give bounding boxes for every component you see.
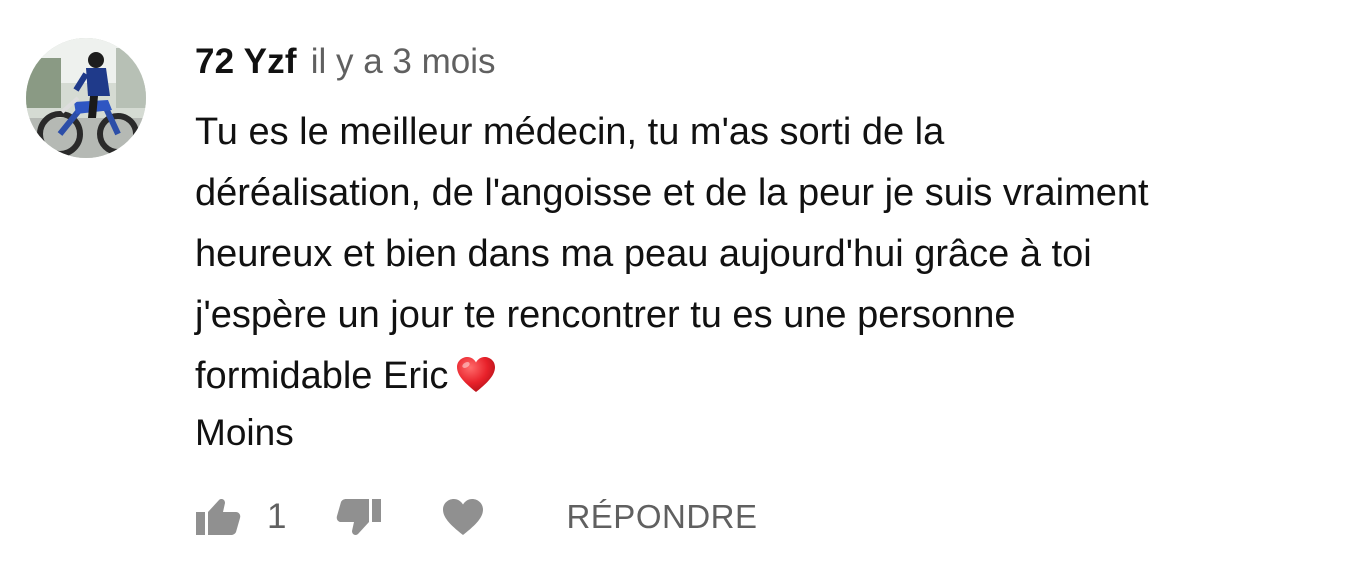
author-name[interactable]: 72 Yzf [195, 42, 297, 82]
reply-button[interactable]: RÉPONDRE [566, 498, 757, 536]
comment: 72 Yzf il y a 3 mois Tu es le meilleur m… [0, 0, 1366, 578]
comment-header: 72 Yzf il y a 3 mois [195, 42, 1315, 88]
dislike-button[interactable] [336, 498, 382, 536]
avatar-image [26, 38, 146, 158]
avatar[interactable] [26, 38, 146, 158]
comment-body: 72 Yzf il y a 3 mois Tu es le meilleur m… [195, 42, 1315, 459]
comment-text: Tu es le meilleur médecin, tu m'as sorti… [195, 102, 1275, 407]
comment-timestamp[interactable]: il y a 3 mois [311, 42, 496, 82]
comment-actions: 1 RÉPONDRE [195, 494, 758, 540]
heart-button[interactable] [442, 498, 484, 536]
thumbs-down-icon [337, 499, 382, 535]
comment-text-line: Tu es le meilleur médecin, tu m'as sorti… [195, 111, 945, 153]
like-count: 1 [267, 497, 287, 536]
heart-emoji-icon [457, 357, 496, 392]
thumbs-up-icon [196, 499, 241, 535]
comment-text-line: heureux et bien dans ma peau aujourd'hui… [195, 233, 1092, 275]
comment-text-line: j'espère un jour te rencontrer tu es une… [195, 294, 1016, 336]
heart-icon [443, 499, 484, 535]
comment-text-line: déréalisation, de l'angoisse et de la pe… [195, 172, 1149, 214]
like-button[interactable] [195, 498, 241, 536]
show-less-button[interactable]: Moins [195, 407, 1315, 459]
comment-text-line: formidable Eric [195, 355, 449, 397]
